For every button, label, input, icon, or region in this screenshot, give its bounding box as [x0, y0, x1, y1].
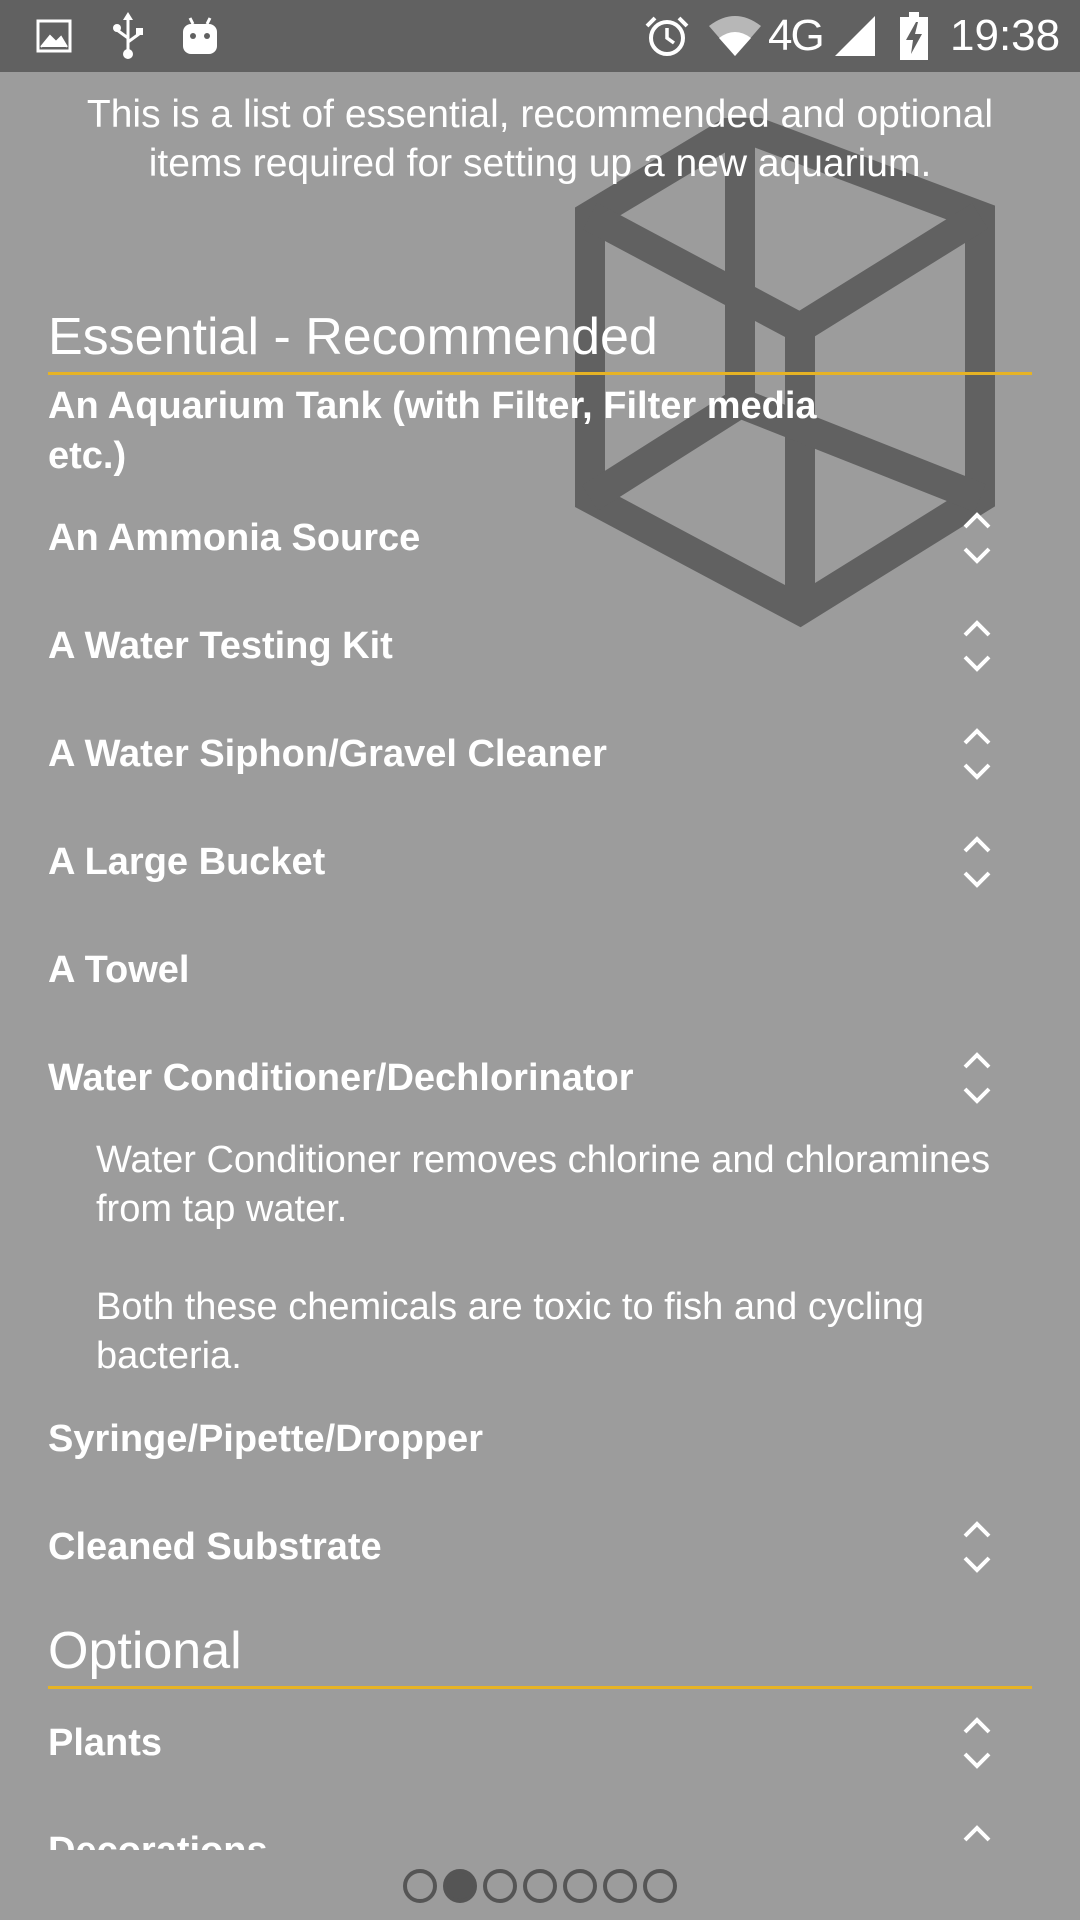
page-dot[interactable] [603, 1869, 637, 1903]
network-type-label: 4G [768, 11, 825, 60]
page-indicator [0, 1864, 1080, 1908]
list-item-water-conditioner[interactable]: Water Conditioner/Dechlorinator [48, 1053, 908, 1103]
expand-toggle-icon[interactable] [955, 833, 999, 891]
list-item-towel[interactable]: A Towel [48, 945, 908, 995]
page-dot-active[interactable] [443, 1869, 477, 1903]
android-debug-icon [178, 10, 222, 62]
signal-icon [832, 10, 878, 62]
description-paragraph: Both these chemicals are toxic to fish a… [96, 1286, 924, 1377]
list-item-ammonia-source[interactable]: An Ammonia Source [48, 513, 908, 563]
section-header-essential: Essential - Recommended [48, 306, 1032, 375]
list-item-plants[interactable]: Plants [48, 1718, 908, 1768]
status-bar: 4G 19:38 [0, 0, 1080, 72]
intro-text: This is a list of essential, recommended… [86, 93, 994, 185]
clock: 19:38 [950, 11, 1061, 60]
alarm-icon [644, 10, 690, 62]
list-item-large-bucket[interactable]: A Large Bucket [48, 837, 908, 887]
image-icon [34, 10, 74, 62]
list-item-description: Water Conditioner removes chlorine and c… [96, 1136, 1026, 1381]
section-header-optional: Optional [48, 1620, 1032, 1689]
expand-toggle-icon[interactable] [955, 1714, 999, 1772]
expand-toggle-icon[interactable] [955, 1049, 999, 1107]
list-item-water-siphon[interactable]: A Water Siphon/Gravel Cleaner [48, 729, 908, 779]
expand-toggle-icon[interactable] [955, 725, 999, 783]
description-paragraph: Water Conditioner removes chlorine and c… [96, 1139, 991, 1230]
page-dot[interactable] [563, 1869, 597, 1903]
list-item-aquarium-tank[interactable]: An Aquarium Tank (with Filter, Filter me… [48, 381, 868, 481]
usb-icon [108, 10, 148, 62]
list-item-water-testing-kit[interactable]: A Water Testing Kit [48, 621, 908, 671]
page-dot[interactable] [403, 1869, 437, 1903]
page-dot[interactable] [483, 1869, 517, 1903]
expand-toggle-icon[interactable] [955, 509, 999, 567]
page-dot[interactable] [643, 1869, 677, 1903]
list-item-syringe[interactable]: Syringe/Pipette/Dropper [48, 1414, 908, 1464]
expand-toggle-icon[interactable] [955, 1518, 999, 1576]
page-dot[interactable] [523, 1869, 557, 1903]
expand-toggle-icon[interactable] [955, 617, 999, 675]
wifi-icon [706, 10, 764, 62]
battery-charging-icon [898, 10, 930, 62]
list-item-cleaned-substrate[interactable]: Cleaned Substrate [48, 1522, 908, 1572]
